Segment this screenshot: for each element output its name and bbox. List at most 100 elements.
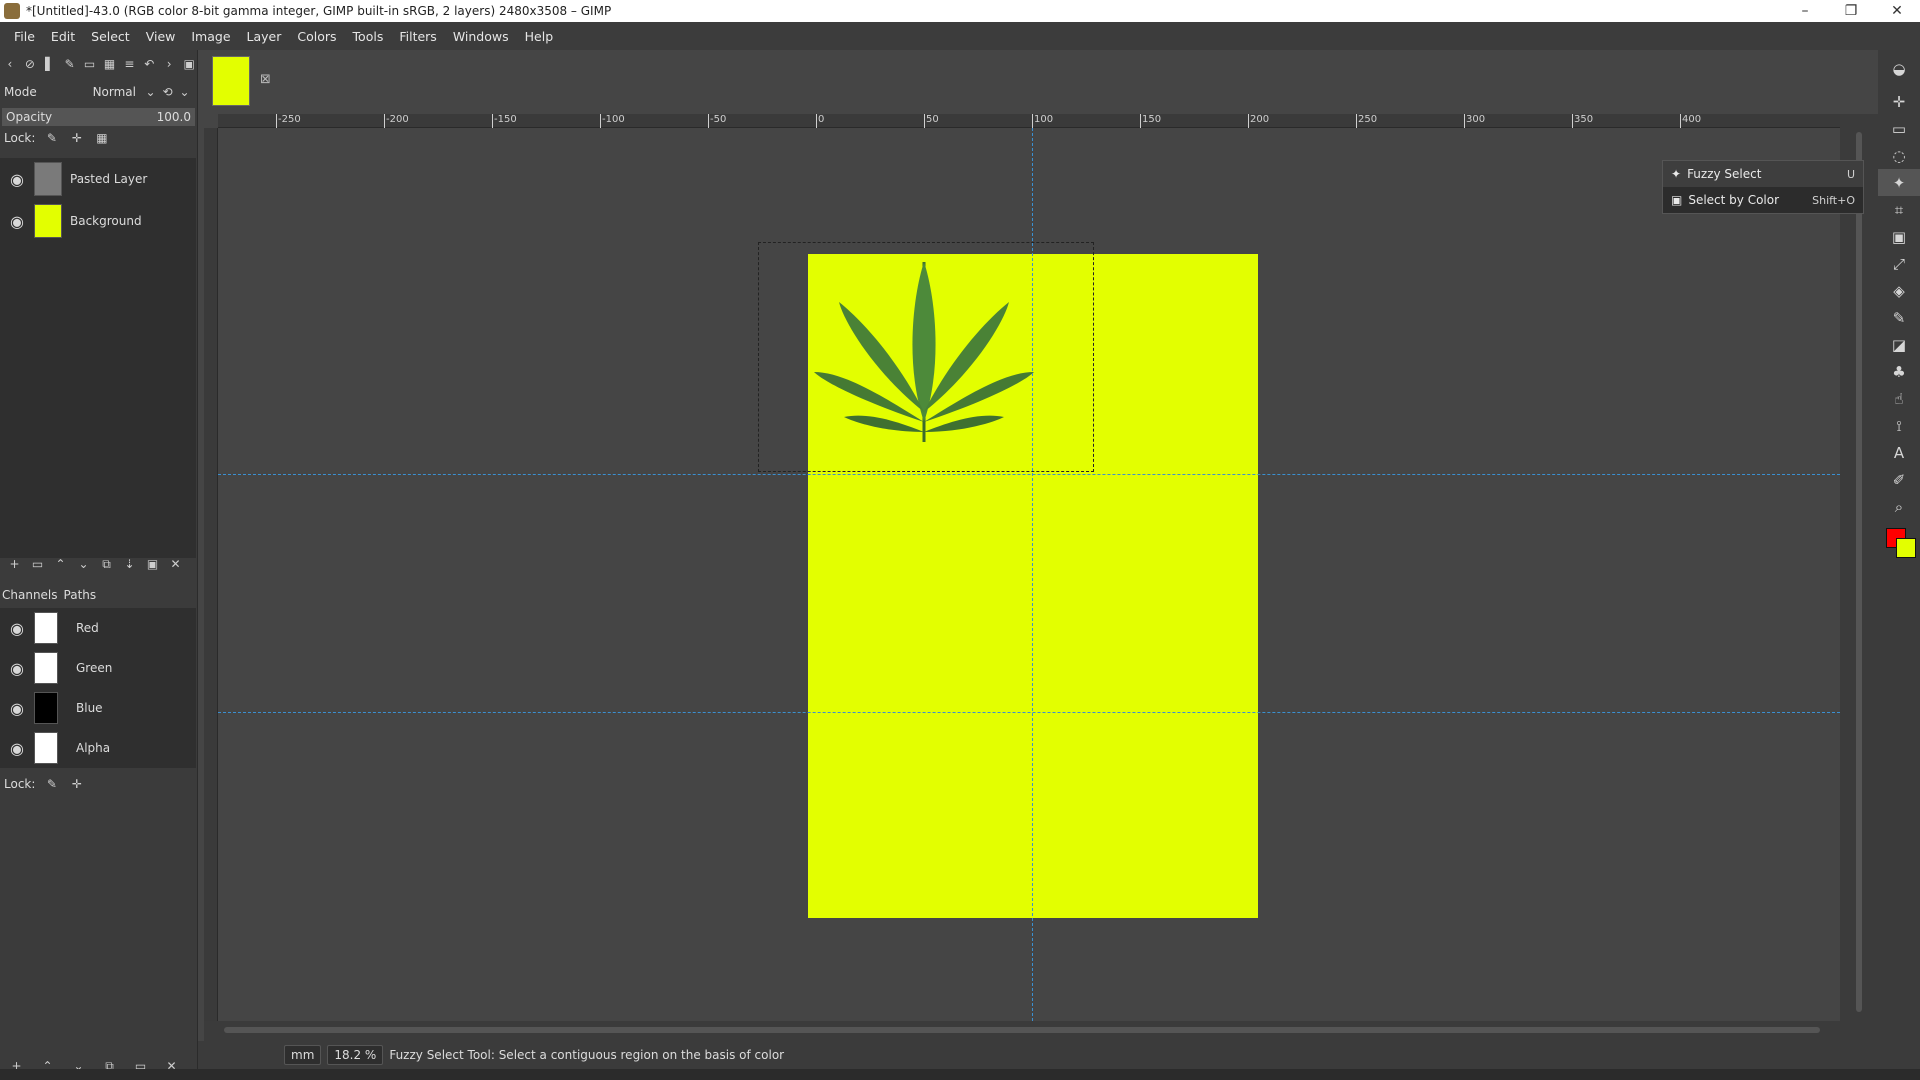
lock-pixels-icon[interactable]: ✎ bbox=[43, 776, 60, 793]
menu-view[interactable]: View bbox=[138, 29, 184, 44]
horizontal-guide[interactable] bbox=[218, 712, 1840, 713]
opacity-value[interactable]: 100.0 bbox=[157, 110, 191, 124]
layer-item[interactable]: ◉ Background bbox=[0, 200, 196, 242]
mask-icon[interactable]: ▣ bbox=[144, 556, 161, 573]
image-canvas[interactable] bbox=[218, 128, 1840, 1021]
new-group-icon[interactable]: ▭ bbox=[29, 556, 46, 573]
menu-select[interactable]: Select bbox=[83, 29, 138, 44]
clone-tool-icon[interactable]: ♣ bbox=[1878, 358, 1920, 385]
horizontal-scrollbar[interactable] bbox=[204, 1021, 1840, 1041]
lock-alpha-icon[interactable]: ▦ bbox=[93, 130, 110, 147]
minimize-button[interactable]: – bbox=[1782, 0, 1828, 22]
vertical-ruler[interactable] bbox=[204, 128, 218, 1021]
close-icon[interactable]: ⊠ bbox=[260, 72, 271, 87]
ruler-label: 350 bbox=[1574, 114, 1594, 125]
gradient-icon[interactable]: ▦ bbox=[102, 56, 118, 73]
ruler-label: 400 bbox=[1682, 114, 1702, 125]
merge-layer-icon[interactable]: ⇣ bbox=[121, 556, 138, 573]
lasso-tool-icon[interactable]: ◌ bbox=[1878, 142, 1920, 169]
pattern-icon[interactable]: ▭ bbox=[82, 56, 98, 73]
menu-windows[interactable]: Windows bbox=[445, 29, 517, 44]
zoom-tool-icon[interactable]: ⌕ bbox=[1878, 493, 1920, 520]
move-tool-icon[interactable]: ✛ bbox=[1878, 88, 1920, 115]
eye-icon[interactable]: ◉ bbox=[0, 659, 34, 678]
tab-paths[interactable]: Paths bbox=[64, 588, 97, 602]
menu-image[interactable]: Image bbox=[183, 29, 238, 44]
vertical-scrollbar[interactable] bbox=[1840, 114, 1878, 1041]
tool-options-icon[interactable]: ⊘ bbox=[22, 56, 38, 73]
paths-tool-icon[interactable]: ⟟ bbox=[1878, 412, 1920, 439]
zoom-select[interactable]: 18.2 % bbox=[327, 1045, 384, 1065]
fg-bg-colors[interactable] bbox=[1878, 524, 1920, 564]
popup-item-shortcut: U bbox=[1846, 167, 1855, 181]
channel-item[interactable]: ◉ Red bbox=[0, 608, 196, 648]
undo-icon[interactable]: ↶ bbox=[141, 56, 157, 73]
horizontal-guide[interactable] bbox=[218, 474, 1840, 475]
menu-file[interactable]: File bbox=[6, 29, 43, 44]
fuzzy-select-tool-icon[interactable]: ✦ bbox=[1878, 169, 1920, 196]
popup-select-by-color[interactable]: ▣ Select by Color Shift+O bbox=[1663, 187, 1863, 213]
horizontal-ruler[interactable]: -250 -200 -150 -100 -50 0 50 100 150 200… bbox=[218, 114, 1840, 128]
delete-layer-icon[interactable]: ✕ bbox=[167, 556, 184, 573]
eye-icon[interactable]: ◉ bbox=[0, 739, 34, 758]
bucket-fill-tool-icon[interactable]: ◈ bbox=[1878, 277, 1920, 304]
wilber-icon: ◒ bbox=[1892, 60, 1906, 78]
menu-tools[interactable]: Tools bbox=[345, 29, 392, 44]
layer-name[interactable]: Background bbox=[70, 214, 142, 228]
ruler-label: -150 bbox=[494, 114, 517, 125]
unified-transform-tool-icon[interactable]: ▣ bbox=[1878, 223, 1920, 250]
smudge-tool-icon[interactable]: ☝ bbox=[1878, 385, 1920, 412]
eye-icon[interactable]: ◉ bbox=[0, 699, 34, 718]
raise-layer-icon[interactable]: ⌃ bbox=[52, 556, 69, 573]
layers-icon[interactable]: ≡ bbox=[121, 56, 137, 73]
ruler-label: 50 bbox=[926, 114, 939, 125]
channel-item[interactable]: ◉ Green bbox=[0, 648, 196, 688]
tab-channels[interactable]: Channels bbox=[2, 588, 58, 602]
brush-icon[interactable]: ▌ bbox=[42, 56, 58, 73]
duplicate-layer-icon[interactable]: ⧉ bbox=[98, 556, 115, 573]
lower-layer-icon[interactable]: ⌄ bbox=[75, 556, 92, 573]
menu-colors[interactable]: Colors bbox=[289, 29, 344, 44]
popup-fuzzy-select[interactable]: ✦ Fuzzy Select U bbox=[1663, 161, 1863, 187]
color-picker-tool-icon[interactable]: ✐ bbox=[1878, 466, 1920, 493]
reset-mode-icon[interactable]: ⟲ bbox=[159, 84, 176, 101]
dock-menu-icon[interactable]: ▣ bbox=[181, 56, 197, 73]
menu-help[interactable]: Help bbox=[517, 29, 562, 44]
paintbrush-tool-icon[interactable]: ✎ bbox=[1878, 304, 1920, 331]
unit-select[interactable]: mm bbox=[284, 1045, 322, 1065]
back-icon[interactable]: ‹ bbox=[2, 56, 18, 73]
rect-select-tool-icon[interactable]: ▭ bbox=[1878, 115, 1920, 142]
eraser-tool-icon[interactable]: ◪ bbox=[1878, 331, 1920, 358]
background-color-swatch[interactable] bbox=[1896, 538, 1916, 558]
chevron-down-icon[interactable]: ⌄ bbox=[176, 84, 193, 101]
menu-layer[interactable]: Layer bbox=[239, 29, 290, 44]
ruler-label: 100 bbox=[1034, 114, 1054, 125]
lock-label: Lock: bbox=[4, 777, 36, 791]
menu-edit[interactable]: Edit bbox=[43, 29, 83, 44]
lock-position-icon[interactable]: ✛ bbox=[68, 776, 85, 793]
image-tab-thumbnail[interactable] bbox=[212, 56, 250, 106]
eye-icon[interactable]: ◉ bbox=[0, 170, 34, 189]
forward-icon[interactable]: › bbox=[161, 56, 177, 73]
new-layer-icon[interactable]: + bbox=[6, 556, 23, 573]
text-tool-icon[interactable]: A bbox=[1878, 439, 1920, 466]
toolbox: ◒ ✛ ▭ ◌ ✦ ⌗ ▣ ⤢ ◈ ✎ ◪ ♣ ☝ ⟟ A ✐ ⌕ bbox=[1878, 50, 1920, 1080]
vertical-guide[interactable] bbox=[1032, 128, 1033, 1021]
mode-select[interactable]: Normal bbox=[74, 85, 142, 99]
opacity-slider[interactable]: Opacity 100.0 bbox=[2, 108, 195, 126]
layer-name[interactable]: Pasted Layer bbox=[70, 172, 147, 186]
crop-tool-icon[interactable]: ⌗ bbox=[1878, 196, 1920, 223]
channel-item[interactable]: ◉ Blue bbox=[0, 688, 196, 728]
lock-position-icon[interactable]: ✛ bbox=[68, 130, 85, 147]
menu-filters[interactable]: Filters bbox=[391, 29, 444, 44]
layer-item[interactable]: ◉ Pasted Layer bbox=[0, 158, 196, 200]
channel-item[interactable]: ◉ Alpha bbox=[0, 728, 196, 768]
chevron-down-icon[interactable]: ⌄ bbox=[142, 84, 159, 101]
eye-icon[interactable]: ◉ bbox=[0, 212, 34, 231]
paint-icon[interactable]: ✎ bbox=[62, 56, 78, 73]
close-button[interactable]: ✕ bbox=[1874, 0, 1920, 22]
lock-pixels-icon[interactable]: ✎ bbox=[43, 130, 60, 147]
eye-icon[interactable]: ◉ bbox=[0, 619, 34, 638]
maximize-button[interactable]: ❐ bbox=[1828, 0, 1874, 22]
warp-tool-icon[interactable]: ⤢ bbox=[1878, 250, 1920, 277]
